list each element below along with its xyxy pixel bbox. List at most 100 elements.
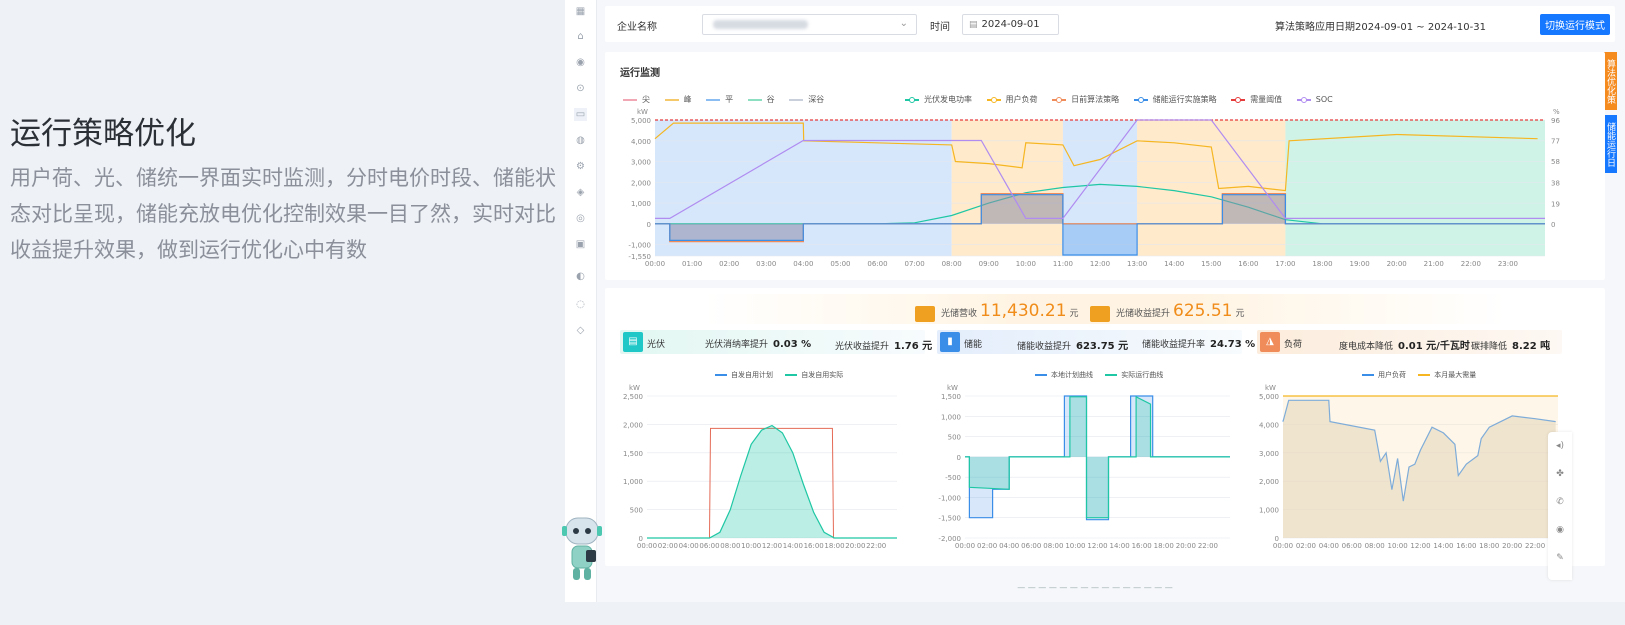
intro-title: 运行策略优化 (10, 116, 196, 152)
storage-log-tab[interactable]: 储能运行日志 (1592, 115, 1617, 173)
x-tick-label: 11:00 (1053, 260, 1073, 268)
x-tick-label: 02:00 (658, 542, 678, 550)
x-tick-label: 19:00 (1349, 260, 1369, 268)
y-tick-label: -1,500 (938, 515, 961, 523)
settings-icon[interactable]: ⚙ (574, 160, 587, 173)
x-tick-label: 14:00 (1433, 542, 1453, 550)
x-tick-label: 12:00 (762, 542, 782, 550)
x-tick-label: 04:00 (793, 260, 813, 268)
x-tick-label: 20:00 (1502, 542, 1522, 550)
company-name-redacted (713, 20, 808, 29)
x-tick-label: 15:00 (1201, 260, 1221, 268)
x-tick-label: 10:00 (741, 542, 761, 550)
x-tick-label: 02:00 (1296, 542, 1316, 550)
axis-unit-label: kW (1265, 384, 1276, 392)
y2-tick-label: 96 (1551, 117, 1560, 125)
monitor-chart[interactable]: 5,0004,0003,0002,0001,0000-1,000-1,55096… (605, 52, 1605, 280)
x-tick-label: 01:00 (682, 260, 702, 268)
x-tick-label: 04:00 (999, 542, 1019, 550)
x-tick-label: 22:00 (1461, 260, 1481, 268)
x-tick-label: 21:00 (1424, 260, 1444, 268)
x-tick-label: 08:00 (1365, 542, 1385, 550)
x-tick-label: 06:00 (699, 542, 719, 550)
x-tick-label: 08:00 (1043, 542, 1063, 550)
x-tick-label: 05:00 (830, 260, 850, 268)
x-tick-label: 18:00 (1154, 542, 1174, 550)
date-value: 2024-09-01 (981, 19, 1040, 30)
x-tick-label: 18:00 (1479, 542, 1499, 550)
x-tick-label: 20:00 (1176, 542, 1196, 550)
benefit-charts[interactable]: 2,5002,0001,5001,000500000:00 02:00 04:00 0… (605, 288, 1605, 566)
grid-icon[interactable]: ▦ (574, 5, 587, 18)
monitor-icon[interactable]: ▭ (574, 108, 587, 121)
x-tick-label: 14:00 (783, 542, 803, 550)
x-tick-label: 16:00 (804, 542, 824, 550)
strategy-date-range: 算法策略应用日期2024-09-01 ~ 2024-10-31 (1275, 22, 1486, 33)
y-tick-label: 5,000 (631, 117, 651, 125)
x-tick-label: 09:00 (979, 260, 999, 268)
apps-icon[interactable]: ✤ (1548, 460, 1572, 488)
eye-icon[interactable]: ◉ (1548, 516, 1572, 544)
home-icon[interactable]: ⌂ (574, 30, 587, 43)
device-icon[interactable]: ◈ (574, 186, 587, 199)
app-window: ▦ ⌂ ◉ ⊙ ▭ ◍ ⚙ ◈ ◎ ▣ ◐ ◌ ◇ 企业名称 ⌄ 时间 ▤ 202… (565, 0, 1625, 602)
x-tick-label: 00:00 (955, 542, 975, 550)
y2-tick-label: 58 (1551, 158, 1560, 166)
y-tick-label: 1,000 (623, 478, 643, 486)
robot-mascot-icon[interactable] (560, 512, 605, 584)
company-select[interactable]: ⌄ (702, 14, 917, 35)
y-tick-label: 4,000 (631, 138, 651, 146)
x-tick-label: 17:00 (1275, 260, 1295, 268)
x-tick-label: 12:00 (1410, 542, 1430, 550)
y-tick-label: 3,000 (631, 159, 651, 167)
report-icon[interactable]: ◐ (574, 270, 587, 283)
filter-bar: 企业名称 ⌄ 时间 ▤ 2024-09-01 算法策略应用日期2024-09-01… (605, 6, 1615, 42)
y-tick-label: 0 (647, 221, 651, 229)
x-tick-label: 06:00 (1021, 542, 1041, 550)
x-tick-label: 14:00 (1109, 542, 1129, 550)
x-tick-label: 04:00 (1319, 542, 1339, 550)
y-tick-label: 2,000 (631, 179, 651, 187)
edit-icon[interactable]: ✎ (1548, 544, 1572, 572)
layers-icon[interactable]: ◇ (574, 324, 587, 337)
series-area (1283, 396, 1558, 538)
battery-icon[interactable]: ▣ (574, 238, 587, 251)
x-tick-label: 10:00 (1065, 542, 1085, 550)
x-tick-label: 22:00 (866, 542, 886, 550)
y-tick-label: -1,000 (628, 242, 651, 250)
x-tick-label: 22:00 (1198, 542, 1218, 550)
axis-unit-label: kW (947, 384, 958, 392)
switch-mode-button[interactable]: 切换运行模式 (1540, 14, 1610, 35)
algorithm-strategy-tab[interactable]: 算法优化策略 (1592, 52, 1617, 110)
y-tick-label: 0 (957, 454, 961, 462)
log-icon[interactable]: ◌ (574, 298, 587, 311)
x-tick-label: 10:00 (1016, 260, 1036, 268)
chevron-down-icon: ⌄ (899, 18, 908, 29)
monitor-panel: 运行监测 尖 峰 平 谷 深谷 光伏发电功率 用户负荷 日前算法策略 储能运行实… (605, 52, 1605, 280)
phone-icon[interactable]: ✆ (1548, 488, 1572, 516)
series-area (647, 425, 897, 538)
axis-unit-label: % (1553, 108, 1560, 116)
alert-icon[interactable]: ◎ (574, 212, 587, 225)
x-tick-label: 03:00 (756, 260, 776, 268)
y-tick-label: 1,000 (1259, 507, 1279, 515)
x-tick-label: 08:00 (720, 542, 740, 550)
date-picker[interactable]: ▤ 2024-09-01 (962, 14, 1059, 35)
chart-icon[interactable]: ◍ (574, 134, 587, 147)
y2-tick-label: 19 (1551, 200, 1560, 208)
y-tick-label: 2,000 (623, 421, 643, 429)
x-tick-label: 12:00 (1087, 542, 1107, 550)
search-icon[interactable]: ⊙ (574, 82, 587, 95)
y-tick-label: 1,000 (941, 413, 961, 421)
speaker-icon[interactable]: ◂) (1548, 432, 1572, 460)
y-tick-label: 4,000 (1259, 421, 1279, 429)
x-tick-label: 16:00 (1132, 542, 1152, 550)
x-tick-label: 18:00 (824, 542, 844, 550)
x-tick-label: 18:00 (1312, 260, 1332, 268)
x-tick-label: 16:00 (1456, 542, 1476, 550)
user-icon[interactable]: ◉ (574, 56, 587, 69)
x-tick-label: 20:00 (845, 542, 865, 550)
x-tick-label: 00:00 (1273, 542, 1293, 550)
benefit-panel: 光储营收 11,430.21 元 光储收益提升 625.51 元 ▤ 光伏 光伏消纳率提… (605, 288, 1605, 566)
intro-description: 用户荷、光、储统一界面实时监测，分时电价时段、储能状态对比呈现，储能充放电优化控… (10, 166, 556, 262)
